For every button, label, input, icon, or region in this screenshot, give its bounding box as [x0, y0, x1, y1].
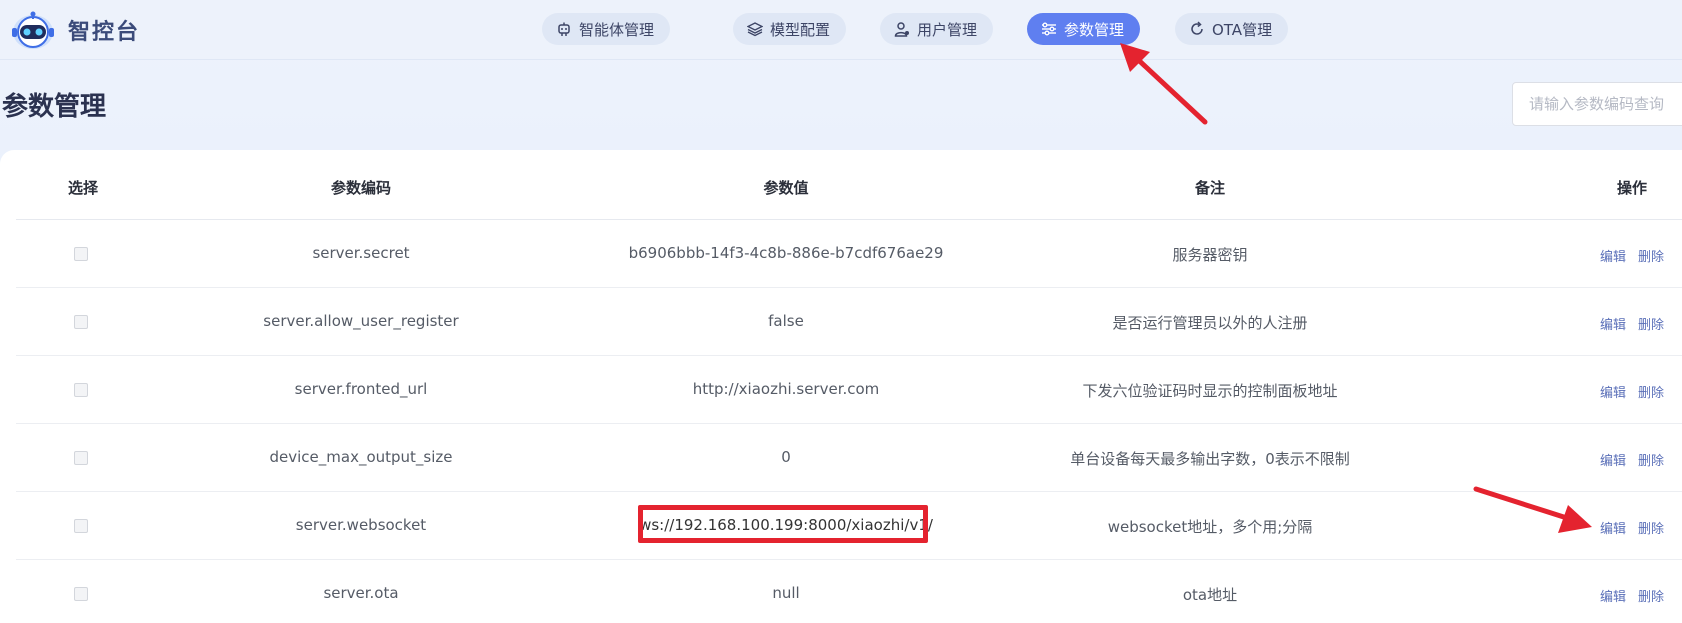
nav-label: 用户管理 — [917, 20, 978, 39]
remark-cell: ota地址 — [1182, 586, 1238, 604]
delete-button[interactable]: 删除 — [1638, 450, 1664, 469]
row-checkbox[interactable] — [74, 315, 88, 329]
param-value-cell: b6906bbb-14f3-4c8b-886e-b7cdf676ae29 — [628, 244, 944, 262]
remark-cell: 单台设备每天最多输出字数，0表示不限制 — [1070, 450, 1350, 468]
edit-button[interactable]: 编辑 — [1600, 518, 1626, 537]
nav-model-config[interactable]: 模型配置 — [733, 13, 847, 45]
remark-cell: 服务器密钥 — [1172, 246, 1248, 264]
robot-icon — [558, 22, 570, 36]
nav-label: 智能体管理 — [579, 20, 655, 39]
delete-button[interactable]: 删除 — [1638, 586, 1664, 605]
row-checkbox[interactable] — [74, 519, 88, 533]
column-header-actions: 操作 — [1616, 179, 1648, 197]
param-value-cell: null — [772, 584, 800, 602]
edit-button[interactable]: 编辑 — [1600, 314, 1626, 333]
row-checkbox[interactable] — [74, 247, 88, 261]
sliders-icon — [1042, 22, 1056, 36]
param-code-cell: server.ota — [323, 584, 399, 602]
param-code-cell: server.allow_user_register — [263, 312, 459, 330]
param-code-cell: server.fronted_url — [294, 380, 428, 398]
table-row: device_max_output_size 0 单台设备每天最多输出字数，0表… — [16, 424, 1682, 492]
remark-cell: websocket地址，多个用;分隔 — [1107, 518, 1313, 536]
table-row: server.fronted_url http://xiaozhi.server… — [16, 356, 1682, 424]
column-header-code: 参数编码 — [330, 179, 392, 197]
edit-button[interactable]: 编辑 — [1600, 450, 1626, 469]
row-checkbox[interactable] — [74, 587, 88, 601]
robot-logo-icon — [12, 11, 54, 49]
param-code-search-input[interactable] — [1512, 82, 1682, 126]
row-checkbox[interactable] — [74, 383, 88, 397]
remark-cell: 是否运行管理员以外的人注册 — [1112, 314, 1308, 332]
table-row: server.ota null ota地址 编辑 删除 — [16, 560, 1682, 623]
param-code-cell: server.websocket — [295, 516, 427, 534]
value-highlight-box — [638, 505, 928, 543]
row-checkbox[interactable] — [74, 451, 88, 465]
param-value-cell: 0 — [781, 448, 791, 466]
table-row: server.allow_user_register false 是否运行管理员… — [16, 288, 1682, 356]
param-value-cell: false — [768, 312, 804, 330]
column-header-value: 参数值 — [763, 179, 809, 197]
nav-ota-management[interactable]: OTA管理 — [1175, 13, 1289, 45]
user-icon — [894, 22, 909, 37]
edit-button[interactable]: 编辑 — [1600, 382, 1626, 401]
param-value-cell: http://xiaozhi.server.com — [692, 380, 880, 398]
remark-cell: 下发六位验证码时显示的控制面板地址 — [1082, 382, 1338, 400]
table-header: 选择 参数编码 参数值 备注 操作 — [16, 150, 1682, 220]
table-row: server.secret b6906bbb-14f3-4c8b-886e-b7… — [16, 220, 1682, 288]
nav-param-management[interactable]: 参数管理 — [1027, 13, 1141, 45]
edit-button[interactable]: 编辑 — [1600, 586, 1626, 605]
nav-label: 模型配置 — [770, 20, 831, 39]
delete-button[interactable]: 删除 — [1638, 246, 1664, 265]
delete-button[interactable]: 删除 — [1638, 314, 1664, 333]
column-header-remark: 备注 — [1194, 179, 1226, 197]
nav-agent-management[interactable]: 智能体管理 — [542, 13, 671, 45]
column-header-select: 选择 — [67, 179, 99, 197]
edit-button[interactable]: 编辑 — [1600, 246, 1626, 265]
page-title: 参数管理 — [2, 92, 107, 122]
nav-label: 参数管理 — [1064, 20, 1125, 39]
nav-label: OTA管理 — [1212, 20, 1273, 39]
param-code-cell: device_max_output_size — [269, 448, 453, 466]
param-code-cell: server.secret — [312, 244, 410, 262]
nav-user-management[interactable]: 用户管理 — [880, 13, 994, 45]
brand-title: 智控台 — [68, 20, 141, 45]
delete-button[interactable]: 删除 — [1638, 382, 1664, 401]
refresh-icon — [1191, 21, 1203, 35]
layers-icon — [747, 22, 763, 37]
top-navbar: 智控台 智能体管理 模型配置 用户管理 参数管理 OTA管理 — [0, 0, 1682, 60]
delete-button[interactable]: 删除 — [1638, 518, 1664, 537]
